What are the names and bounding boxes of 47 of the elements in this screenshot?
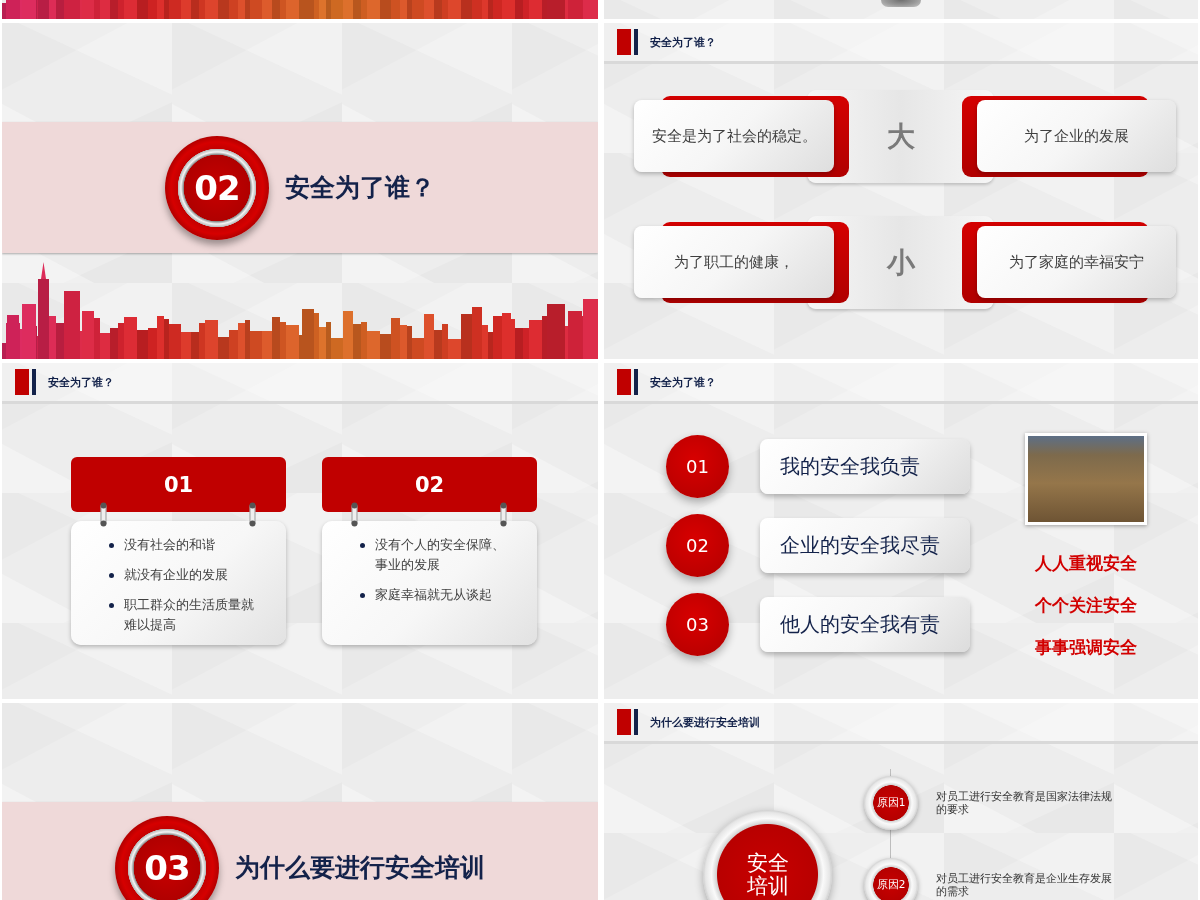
list-card: 他人的安全我有责 xyxy=(760,597,970,652)
bullet-icon xyxy=(360,543,365,548)
shadow-drawing xyxy=(881,0,921,7)
topic-badge: 安全培训 xyxy=(703,810,832,900)
reason-badge: 原因1 xyxy=(864,776,918,830)
slogan-text: 事事强调安全 xyxy=(1035,637,1137,657)
section-title: 安全为了谁？ xyxy=(285,172,435,204)
section-marker-icon xyxy=(15,369,36,395)
number-badge: 03 xyxy=(666,593,729,656)
bullet-text: 没有个人的安全保障、事业的发展 xyxy=(375,536,505,574)
section-marker-icon xyxy=(617,709,638,735)
slide-title: 为什么要进行安全培训 xyxy=(650,714,760,730)
bullet-icon xyxy=(109,543,114,548)
binder-ring-icon xyxy=(351,502,358,527)
slide-title: 安全为了谁？ xyxy=(48,374,114,390)
slide-title: 安全为了谁？ xyxy=(650,374,716,390)
slide-title: 安全为了谁？ xyxy=(650,34,716,50)
bullet-text: 就没有企业的发展 xyxy=(124,566,229,584)
list-card: 我的安全我负责 xyxy=(760,439,970,494)
bullet-text: 家庭幸福就无从谈起 xyxy=(375,586,493,604)
reason-text: 对员工进行安全教育是企业生存发展的需求 xyxy=(936,871,1113,899)
bullet-icon xyxy=(109,603,114,608)
binder-ring-icon xyxy=(500,502,507,527)
bullet-text: 没有社会的和谐 xyxy=(124,536,216,554)
section-marker-icon xyxy=(617,29,638,55)
number-badge: 02 xyxy=(666,514,729,577)
text-card: 为了职工的健康， xyxy=(634,226,834,298)
bullet-icon xyxy=(360,593,365,598)
section-number-badge: 03 xyxy=(115,815,219,900)
reason-badge: 原因2 xyxy=(864,858,918,900)
card-header: 02 xyxy=(322,457,537,512)
text-card: 安全是为了社会的稳定。 xyxy=(634,100,834,172)
slogan-text: 个个关注安全 xyxy=(1035,595,1137,615)
reason-text: 对员工进行安全教育是国家法律法规的要求 xyxy=(936,789,1113,817)
section-title: 为什么要进行安全培训 xyxy=(235,852,485,884)
bullet-icon xyxy=(109,573,114,578)
list-card: 企业的安全我尽责 xyxy=(760,518,970,573)
bullet-text: 职工群众的生活质量就难以提高 xyxy=(124,596,254,634)
section-number-badge: 02 xyxy=(165,135,269,240)
section-marker-icon xyxy=(617,369,638,395)
text-card: 为了家庭的幸福安宁 xyxy=(977,226,1176,298)
number-badge: 01 xyxy=(666,435,729,498)
text-card: 为了企业的发展 xyxy=(977,100,1176,172)
slogan-text: 人人重视安全 xyxy=(1035,553,1137,573)
binder-ring-icon xyxy=(249,502,256,527)
card-header: 01 xyxy=(71,457,286,512)
binder-ring-icon xyxy=(100,502,107,527)
